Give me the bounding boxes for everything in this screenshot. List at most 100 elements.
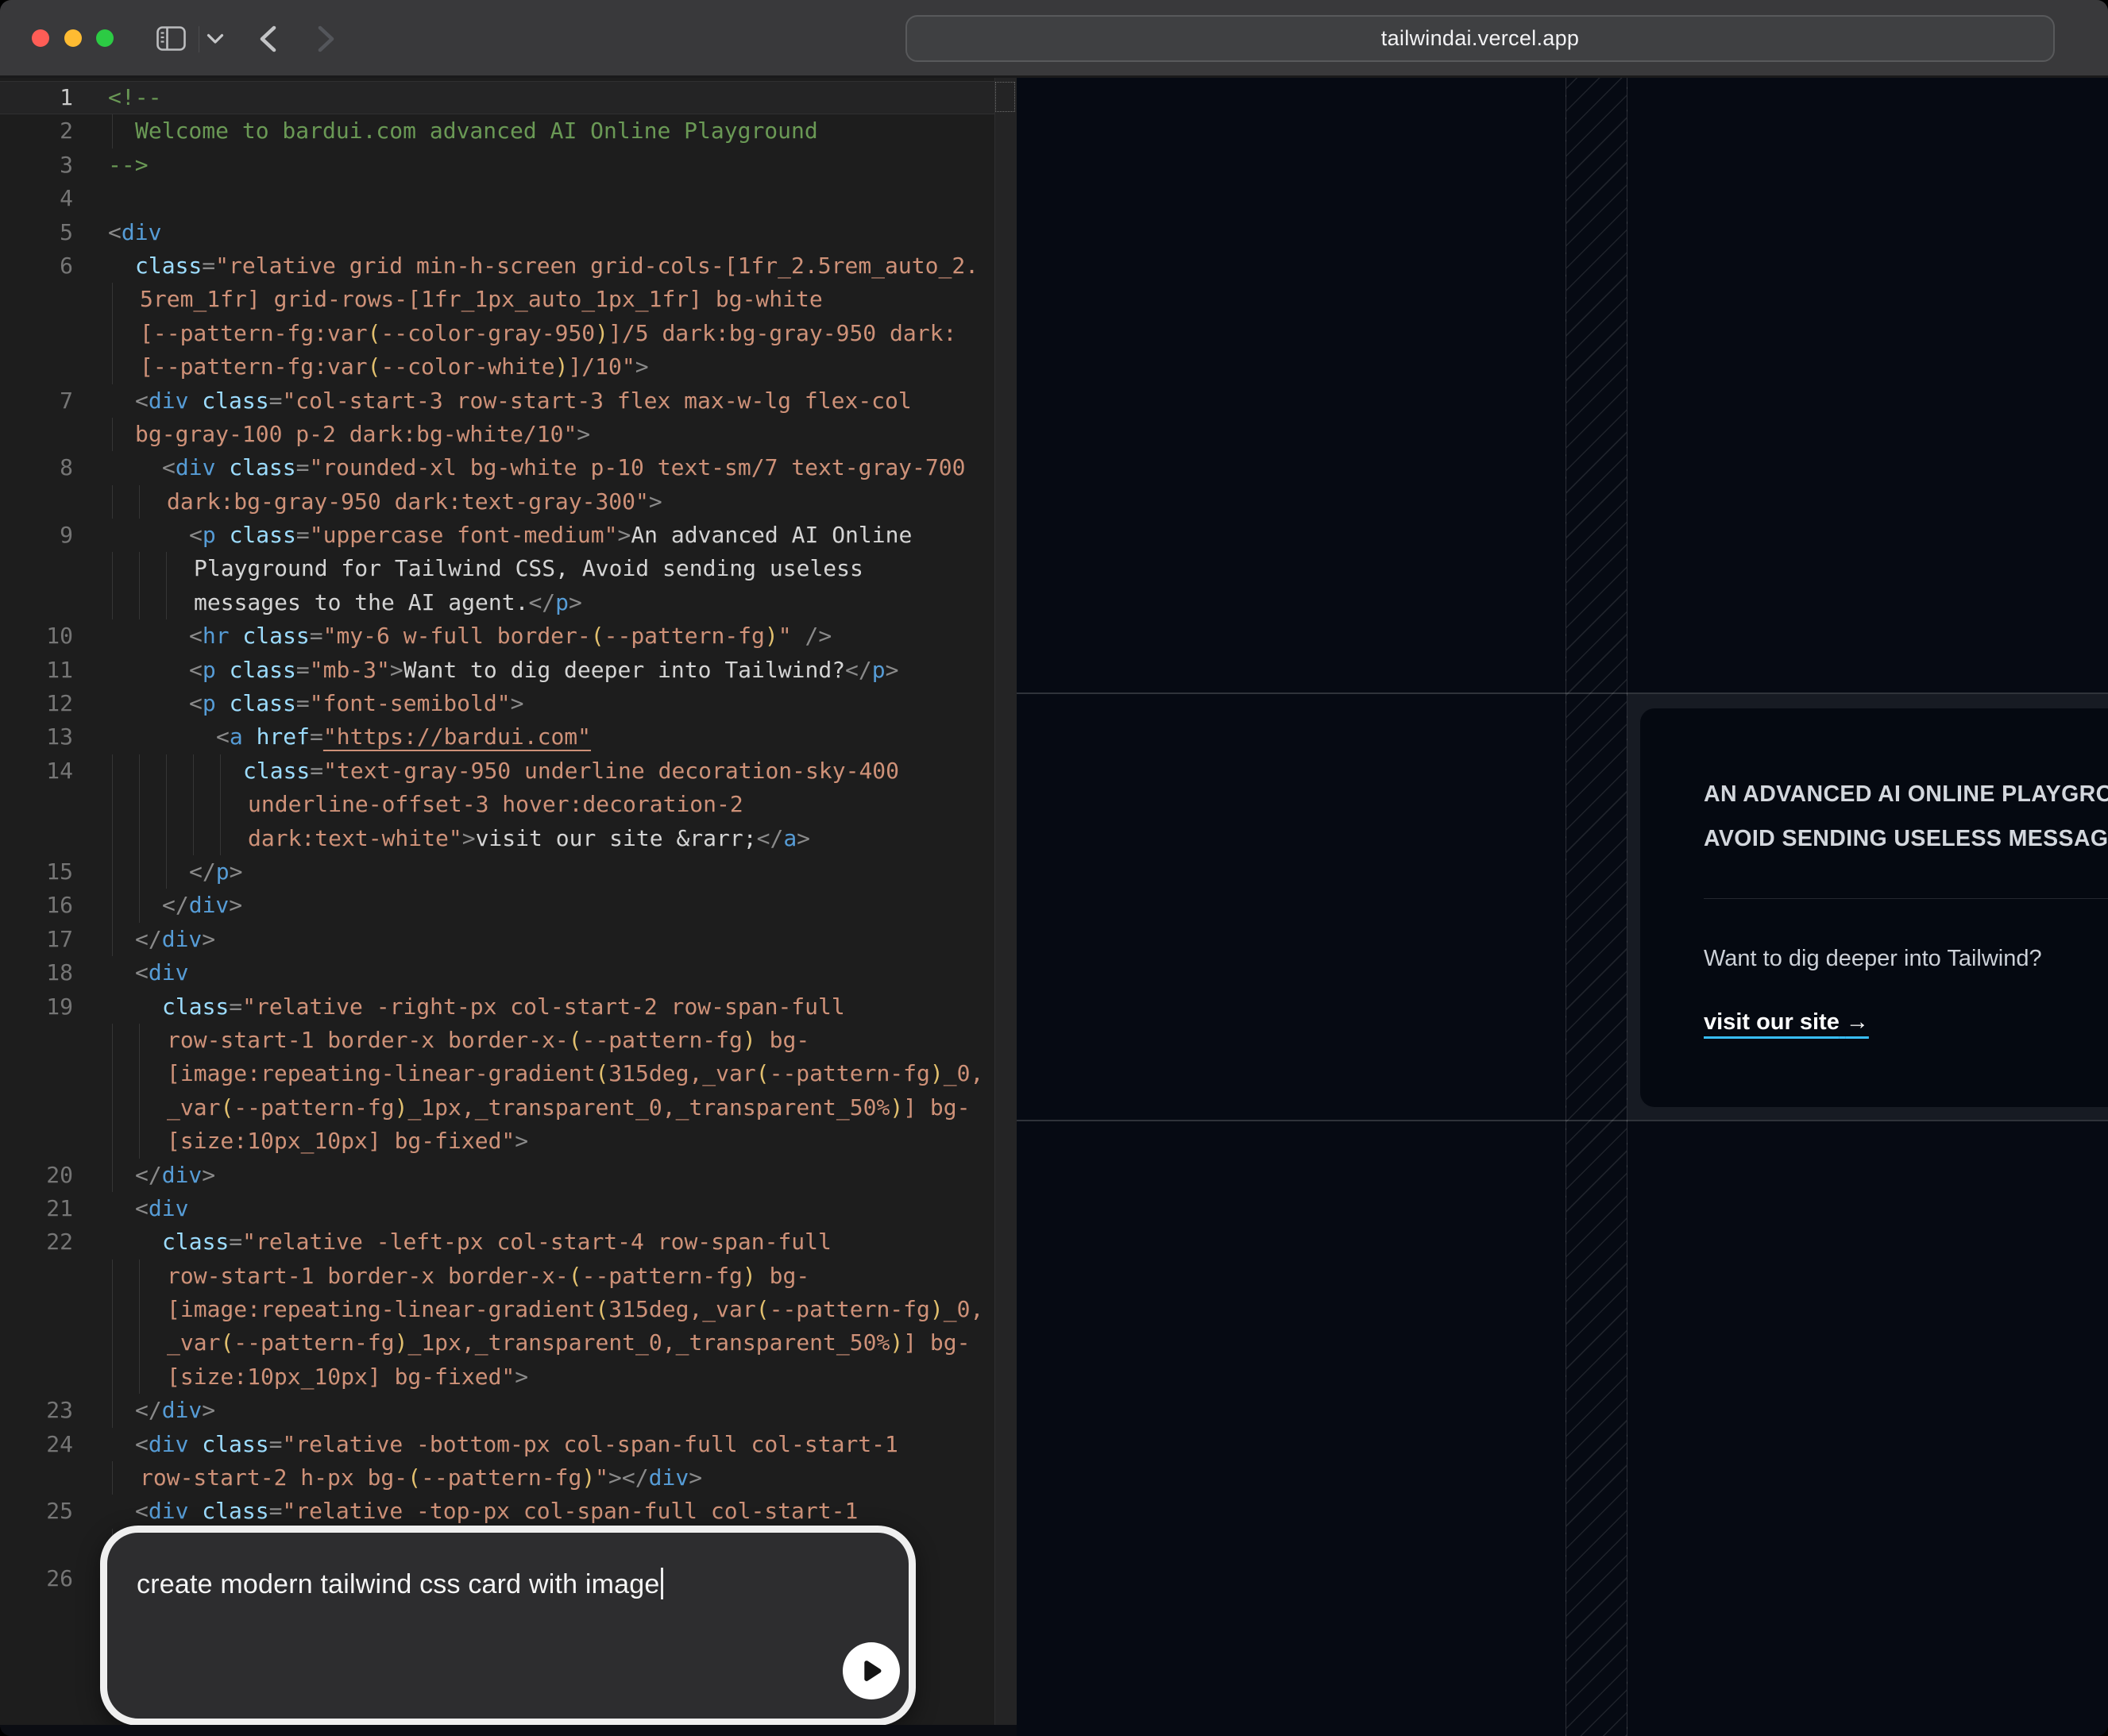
code-row: row-start-1 border-x border-x-(--pattern… [0, 1260, 1017, 1293]
code-row: 1 <!-- [0, 81, 1017, 114]
indent-guide [139, 822, 140, 855]
line-number: 23 [0, 1394, 73, 1427]
code-area[interactable]: 1 <!--2Welcome to bardui.com advanced AI … [0, 81, 1017, 1596]
browser-window: tailwindai.vercel.app 1 <!--2Welcome to b… [0, 0, 2108, 1736]
indent-guide [139, 485, 140, 519]
code-line-text: <div class="rounded-xl bg-white p-10 tex… [162, 451, 965, 484]
code-row: 10<hr class="my-6 w-full border-(--patte… [0, 619, 1017, 653]
run-prompt-button[interactable] [843, 1642, 900, 1699]
code-row: 9<p class="uppercase font-medium">An adv… [0, 519, 1017, 552]
editor-scrollbar[interactable] [994, 78, 1017, 1725]
code-row: 2Welcome to bardui.com advanced AI Onlin… [0, 114, 1017, 148]
code-row: [size:10px_10px] bg-fixed"> [0, 1125, 1017, 1158]
indent-guide [139, 1326, 140, 1360]
code-line-text: row-start-1 border-x border-x-(--pattern… [167, 1260, 809, 1293]
chevron-down-icon[interactable] [207, 33, 224, 44]
code-row: 22class="relative -left-px col-start-4 r… [0, 1225, 1017, 1259]
indent-guide [112, 1091, 113, 1125]
forward-icon[interactable] [317, 25, 336, 52]
visit-site-link[interactable]: visit our site → [1704, 1009, 1869, 1035]
indent-guide [112, 114, 113, 148]
indent-guide [220, 822, 221, 855]
card-question: Want to dig deeper into Tailwind? [1704, 936, 2108, 981]
line-number: 21 [0, 1192, 73, 1225]
indent-guide [112, 1360, 113, 1394]
code-line-text: <div class="relative -bottom-px col-span… [135, 1428, 898, 1461]
code-line-text: _var(--pattern-fg)_1px,_transparent_0,_t… [167, 1326, 970, 1360]
indent-guide [139, 1360, 140, 1394]
indent-guide [112, 822, 113, 855]
code-line-text: [image:repeating-linear-gradient(315deg,… [167, 1057, 983, 1090]
indent-guide [112, 754, 113, 788]
code-row: 15</p> [0, 855, 1017, 889]
code-line-text: class="relative grid min-h-screen grid-c… [135, 249, 979, 283]
code-line-text: </div> [135, 923, 215, 956]
code-line-text: <p class="font-semibold"> [189, 687, 523, 720]
line-number: 22 [0, 1225, 73, 1259]
preview-pane: AN ADVANCED AI ONLINE PLAYGROUND FOR TAI… [1017, 78, 2108, 1736]
indent-guide [139, 1260, 140, 1293]
ai-prompt-box[interactable]: create modern tailwind css card with ima… [100, 1526, 916, 1726]
indent-guide [112, 923, 113, 956]
code-row: 6 class="relative grid min-h-screen grid-… [0, 249, 1017, 283]
code-row: 5rem_1fr] grid-rows-[1fr_1px_auto_1px_1f… [0, 283, 1017, 316]
code-row: [--pattern-fg:var(--color-gray-950)]/5 d… [0, 317, 1017, 350]
code-line-text: <div [108, 216, 161, 249]
line-number: 12 [0, 687, 73, 720]
code-row: dark:bg-gray-950 dark:text-gray-300"> [0, 485, 1017, 519]
zoom-icon[interactable] [96, 29, 114, 47]
code-row: dark:text-white">visit our site &rarr;</… [0, 822, 1017, 855]
minimap-viewport[interactable] [995, 82, 1015, 112]
code-line-text: <a href="https://bardui.com" [216, 720, 591, 754]
indent-guide [139, 552, 140, 585]
code-row: 11<p class="mb-3">Want to dig deeper int… [0, 654, 1017, 687]
minimize-icon[interactable] [64, 29, 82, 47]
code-row: 7<div class="col-start-3 row-start-3 fle… [0, 384, 1017, 418]
close-icon[interactable] [32, 29, 49, 47]
indent-guide [139, 1293, 140, 1326]
code-row: 25<div class="relative -top-px col-span-… [0, 1495, 1017, 1528]
indent-guide [139, 889, 140, 922]
sidebar-toggle-icon[interactable] [156, 26, 186, 51]
code-row: 3--> [0, 149, 1017, 182]
code-row: _var(--pattern-fg)_1px,_transparent_0,_t… [0, 1326, 1017, 1360]
code-line-text: Playground for Tailwind CSS, Avoid sendi… [194, 552, 863, 585]
line-number: 5 [0, 216, 73, 249]
indent-guide [112, 418, 113, 451]
code-row: [image:repeating-linear-gradient(315deg,… [0, 1293, 1017, 1326]
line-number: 17 [0, 923, 73, 956]
code-line-text: row-start-1 border-x border-x-(--pattern… [167, 1024, 809, 1057]
code-row: _var(--pattern-fg)_1px,_transparent_0,_t… [0, 1091, 1017, 1125]
code-line-text: [--pattern-fg:var(--color-white)]/10"> [140, 350, 649, 384]
back-icon[interactable] [258, 25, 277, 52]
address-bar[interactable]: tailwindai.vercel.app [905, 15, 2055, 62]
indent-guide [112, 1125, 113, 1158]
code-line-text: <div [135, 1192, 188, 1225]
code-row: [size:10px_10px] bg-fixed"> [0, 1360, 1017, 1394]
window-bottom-edge [0, 1725, 1017, 1736]
line-number: 16 [0, 889, 73, 922]
indent-guide [112, 1057, 113, 1090]
indent-guide [112, 788, 113, 821]
indent-guide [220, 788, 221, 821]
code-line-text: [size:10px_10px] bg-fixed"> [167, 1360, 528, 1394]
indent-guide [112, 552, 113, 585]
diagonal-stripe-column [1566, 78, 1627, 1736]
indent-guide [112, 350, 113, 384]
code-row: [image:repeating-linear-gradient(315deg,… [0, 1057, 1017, 1090]
prompt-input[interactable]: create modern tailwind css card with ima… [137, 1568, 663, 1600]
code-line-text: [image:repeating-linear-gradient(315deg,… [167, 1293, 983, 1326]
line-number: 1 [0, 81, 73, 114]
indent-guide [193, 754, 194, 788]
code-line-text: row-start-2 h-px bg-(--pattern-fg)"></di… [140, 1461, 702, 1495]
code-row: 24<div class="relative -bottom-px col-sp… [0, 1428, 1017, 1461]
code-line-text: </div> [162, 889, 242, 922]
code-row: 5 <div [0, 216, 1017, 249]
line-number: 9 [0, 519, 73, 552]
code-line-text: _var(--pattern-fg)_1px,_transparent_0,_t… [167, 1091, 970, 1125]
line-number: 6 [0, 249, 73, 283]
line-number: 11 [0, 654, 73, 687]
code-row: bg-gray-100 p-2 dark:bg-white/10"> [0, 418, 1017, 451]
code-row: [--pattern-fg:var(--color-white)]/10"> [0, 350, 1017, 384]
code-line-text: <!-- [108, 81, 161, 114]
